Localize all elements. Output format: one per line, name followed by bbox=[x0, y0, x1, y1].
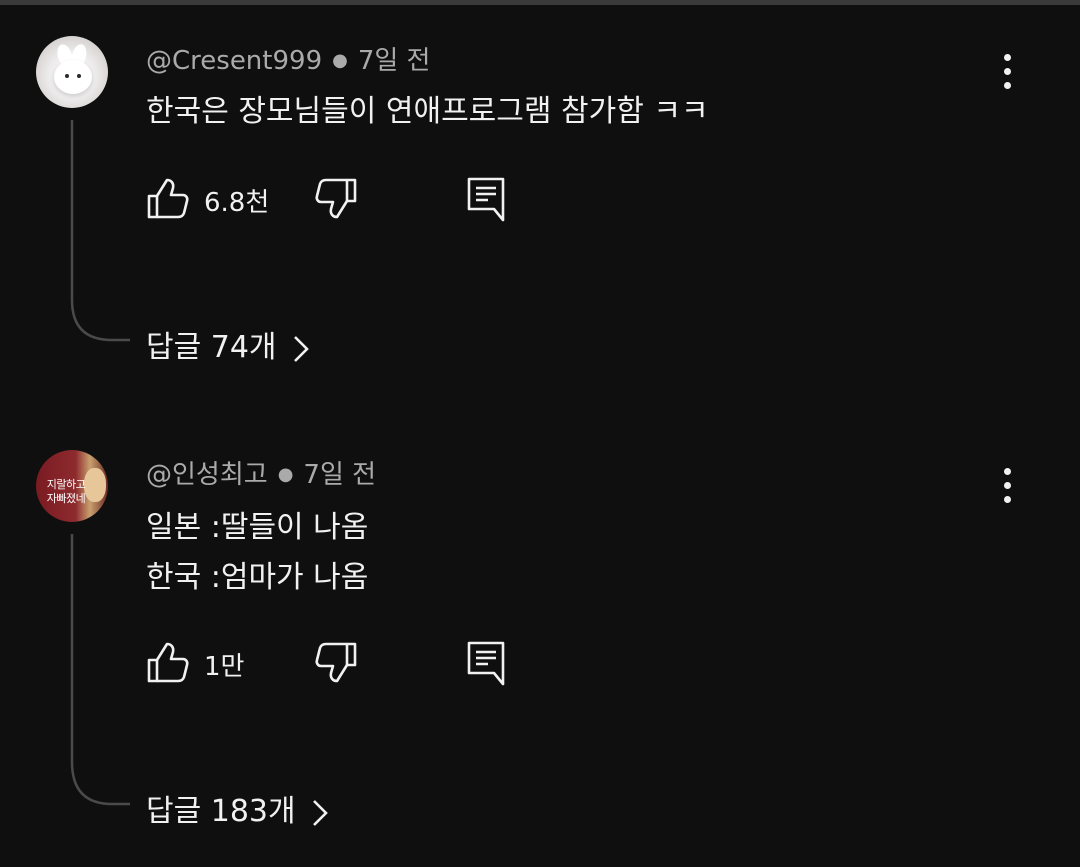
replies-label: 답글 74개 bbox=[146, 330, 277, 365]
dislike-button[interactable] bbox=[314, 176, 358, 220]
chevron-right-icon bbox=[293, 335, 309, 362]
comment-text: 한국 :엄마가 나옴 bbox=[146, 560, 369, 595]
replies-link[interactable]: 답글 74개 bbox=[146, 322, 311, 366]
replies-link[interactable]: 답글 183개 bbox=[146, 786, 330, 830]
more-vert-icon[interactable] bbox=[996, 466, 1020, 506]
reply-button[interactable] bbox=[466, 640, 506, 686]
comment-text: 일본 :딸들이 나옴 bbox=[146, 510, 369, 545]
separator-dot: ● bbox=[332, 50, 348, 71]
comment-author[interactable]: @인성최고 bbox=[146, 460, 268, 490]
comment-meta: @인성최고 ● 7일 전 bbox=[146, 454, 376, 491]
comment-actions: 1만 bbox=[146, 640, 526, 686]
more-vert-icon[interactable] bbox=[996, 52, 1020, 92]
comment-reply-icon bbox=[467, 177, 505, 222]
comment-thread: @Cresent999 ● 7일 전 한국은 장모님들이 연애프로그램 참가함 ㅋㅋ… bbox=[0, 0, 1080, 420]
avatar[interactable] bbox=[36, 36, 108, 108]
thumbs-down-icon bbox=[315, 642, 357, 683]
thumbs-up-icon bbox=[147, 178, 189, 219]
avatar-caption: 지랄하고 자빠졌네 bbox=[46, 478, 86, 505]
comment-reply-icon bbox=[467, 641, 505, 686]
comment-actions: 6.8천 bbox=[146, 176, 526, 222]
thumbs-up-icon bbox=[147, 642, 189, 683]
thumbs-down-icon bbox=[315, 178, 357, 219]
reply-button[interactable] bbox=[466, 176, 506, 222]
comment-text: 한국은 장모님들이 연애프로그램 참가함 ㅋㅋ bbox=[146, 94, 709, 129]
separator-dot: ● bbox=[277, 464, 294, 485]
comment-time: 7일 전 bbox=[303, 460, 377, 490]
comment-time: 7일 전 bbox=[357, 46, 431, 76]
avatar[interactable]: 지랄하고 자빠졌네 bbox=[36, 450, 108, 522]
comment-meta: @Cresent999 ● 7일 전 bbox=[146, 40, 430, 77]
dislike-button[interactable] bbox=[314, 640, 358, 684]
replies-label: 답글 183개 bbox=[146, 794, 296, 829]
like-count: 1만 bbox=[204, 652, 245, 682]
comment-thread: 지랄하고 자빠졌네 @인성최고 ● 7일 전 일본 :딸들이 나옴 한국 :엄마가 … bbox=[0, 414, 1080, 867]
comment-author[interactable]: @Cresent999 bbox=[146, 46, 322, 76]
like-count: 6.8천 bbox=[204, 188, 270, 218]
chevron-right-icon bbox=[312, 799, 328, 826]
